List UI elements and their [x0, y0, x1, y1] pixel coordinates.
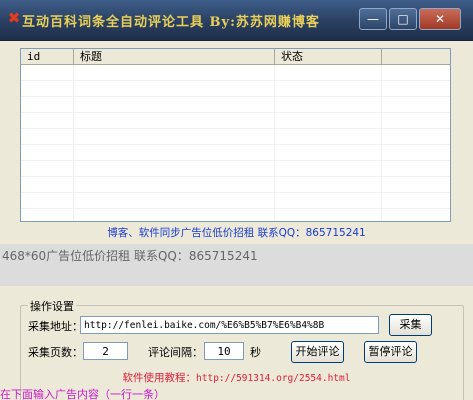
table-header: id 标题 状态 [21, 49, 450, 65]
app-logo-icon: ✖ [7, 9, 21, 27]
minimize-button[interactable]: — [359, 8, 387, 30]
tutorial-label: 软件使用教程： [122, 372, 197, 384]
maximize-button[interactable]: □ [389, 8, 417, 30]
column-header-title[interactable]: 标题 [74, 49, 275, 64]
grid-line [274, 65, 275, 221]
tutorial-link[interactable]: 软件使用教程：http://591314.org/2554.html [0, 370, 473, 385]
table-body[interactable] [21, 65, 450, 221]
grid-line [381, 65, 382, 221]
ad-banner[interactable]: 468*60广告位低价招租 联系QQ：865715241 [0, 244, 473, 286]
app-window: ✖ 互动百科词条全自动评论工具 By:苏苏网赚博客 — □ ✕ id 标题 状态… [0, 0, 473, 400]
close-button[interactable]: ✕ [419, 8, 461, 30]
start-comment-button[interactable]: 开始评论 [291, 341, 344, 363]
tutorial-url[interactable]: http://591314.org/2554.html [196, 373, 350, 384]
pause-comment-button[interactable]: 暂停评论 [364, 341, 417, 363]
grid-line [73, 65, 74, 221]
pages-input[interactable]: 2 [83, 342, 128, 360]
collect-url-input[interactable]: http://fenlei.baike.com/%E6%B5%B7%E6%B4%… [80, 316, 379, 334]
column-header-blank [382, 49, 450, 64]
window-title: 互动百科词条全自动评论工具 By:苏苏网赚博客 [22, 15, 320, 30]
comment-list-table[interactable]: id 标题 状态 [20, 48, 451, 222]
collect-url-label: 采集地址： [28, 320, 83, 333]
column-header-id[interactable]: id [21, 49, 74, 64]
ad-input-hint: 在下面输入广告内容（一行一条） [0, 388, 165, 400]
ad-banner-text: 468*60广告位低价招租 联系QQ：865715241 [2, 249, 258, 263]
window-controls: — □ ✕ [359, 8, 461, 30]
interval-label: 评论间隔： [148, 346, 203, 359]
interval-unit: 秒 [250, 346, 261, 359]
settings-legend: 操作设置 [28, 298, 76, 314]
column-header-status[interactable]: 状态 [275, 49, 382, 64]
pages-label: 采集页数： [28, 346, 83, 359]
interval-input[interactable]: 10 [204, 342, 244, 360]
promo-text-blog[interactable]: 博客、软件同步广告位低价招租 联系QQ：865715241 [0, 225, 473, 240]
title-bar[interactable]: ✖ 互动百科词条全自动评论工具 By:苏苏网赚博客 — □ ✕ [0, 0, 473, 41]
collect-button[interactable]: 采集 [389, 314, 432, 336]
